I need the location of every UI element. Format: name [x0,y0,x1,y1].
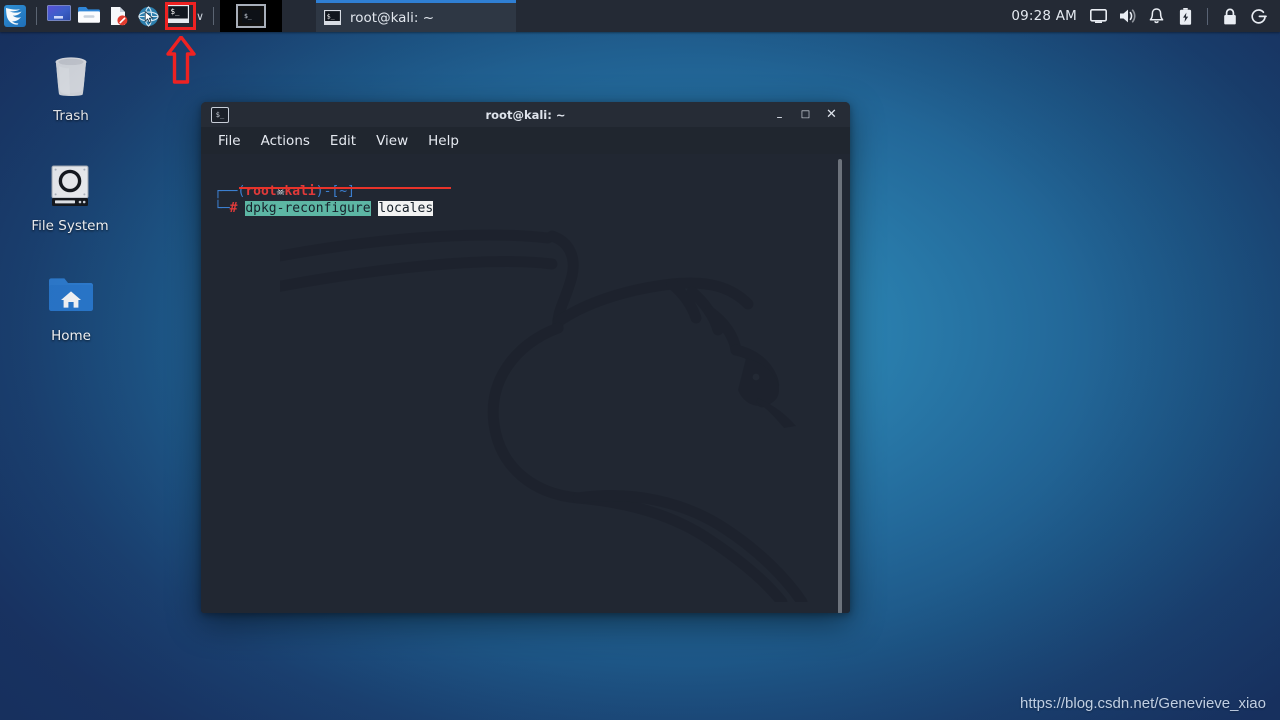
command-text: dpkg-reconfigure [245,201,371,216]
battery-icon[interactable] [1176,7,1195,26]
svg-text:$_: $_ [244,12,252,20]
menu-item-file[interactable]: File [218,133,241,149]
window-controls: – □ ✕ [773,107,844,123]
kali-dragon-icon [4,5,26,27]
trash-icon [45,50,97,102]
terminal-scrollbar[interactable] [838,159,842,613]
terminal-titlebar-icon: $_ [211,106,229,123]
menu-item-actions[interactable]: Actions [261,133,310,149]
volume-icon[interactable] [1118,7,1137,26]
globe-cursor-icon [137,5,159,27]
close-button[interactable]: ✕ [825,107,838,123]
terminal-menubar: File Actions Edit View Help [201,127,850,154]
annotation-highlight-box [165,2,196,30]
launcher-text-editor[interactable] [103,0,133,32]
window-pager[interactable]: $_ [220,0,282,32]
harddisk-icon [44,160,96,212]
menu-item-view[interactable]: View [376,133,408,149]
maximize-button[interactable]: □ [799,107,812,123]
panel-separator-2 [213,7,214,25]
desktop-icon-home[interactable]: Home [21,270,121,344]
launcher-web-browser[interactable] [133,0,163,32]
prompt-branch-top: ┌── [214,184,238,199]
launcher-workspace-switcher[interactable] [43,0,73,32]
svg-text:$_: $_ [327,12,335,20]
command-underline-annotation [239,187,451,189]
display-icon[interactable] [1089,7,1108,26]
desktop-icon-trash[interactable]: Trash [21,50,121,124]
home-folder-icon [45,270,97,322]
system-tray: 09:28 AM [1011,0,1280,32]
desktop-icon-file-system[interactable]: File System [20,160,120,234]
tray-separator [1207,7,1208,25]
logout-icon[interactable] [1249,7,1268,26]
annotation-arrow-up-icon [166,36,196,84]
taskbar-window-button[interactable]: $_ root@kali: ~ [316,0,516,32]
launcher-file-manager[interactable] [73,0,103,32]
prompt-hash: # [229,201,238,216]
terminal-body[interactable]: ┌──(root☠kali)-[~] └─# dpkg-reconfigure … [201,154,850,613]
taskbar-window-label: root@kali: ~ [350,9,435,26]
desktop-icon-label: Trash [53,108,89,124]
desktop-icon-label: File System [31,218,109,234]
terminal-output: ┌──(root☠kali)-[~] └─# dpkg-reconfigure … [214,166,434,234]
minimize-button[interactable]: – [773,107,786,123]
panel-launchers: $_ ∨ $_ $_ root@kali: ~ [0,0,516,32]
panel-separator-1 [36,7,37,25]
prompt-branch-bottom: └─ [214,201,230,216]
command-argument: locales [378,201,434,216]
desktop-icon-label: Home [51,328,91,344]
taskbar-terminal-icon: $_ [323,9,342,26]
folder-icon [77,5,100,27]
terminal-window: $_ root@kali: ~ – □ ✕ File Actions Edit … [201,102,850,613]
terminal-window-icon: $_ [236,4,266,28]
launcher-kali-menu[interactable] [0,0,30,32]
terminal-titlebar[interactable]: $_ root@kali: ~ – □ ✕ [201,102,850,127]
notification-bell-icon[interactable] [1147,7,1166,26]
terminal-window-title: root@kali: ~ [485,107,566,122]
lock-screen-icon[interactable] [1220,7,1239,26]
desktop: $_ ∨ $_ $_ root@kali: ~ 09:28 AM Trash F… [0,0,1280,720]
menu-item-edit[interactable]: Edit [330,133,356,149]
clock[interactable]: 09:28 AM [1011,8,1077,24]
page-watermark: https://blog.csdn.net/Genevieve_xiao [1020,695,1266,712]
kali-dragon-watermark [280,229,808,602]
document-forbidden-icon [107,5,129,27]
menu-item-help[interactable]: Help [428,133,459,149]
workspace-icon [47,5,71,27]
